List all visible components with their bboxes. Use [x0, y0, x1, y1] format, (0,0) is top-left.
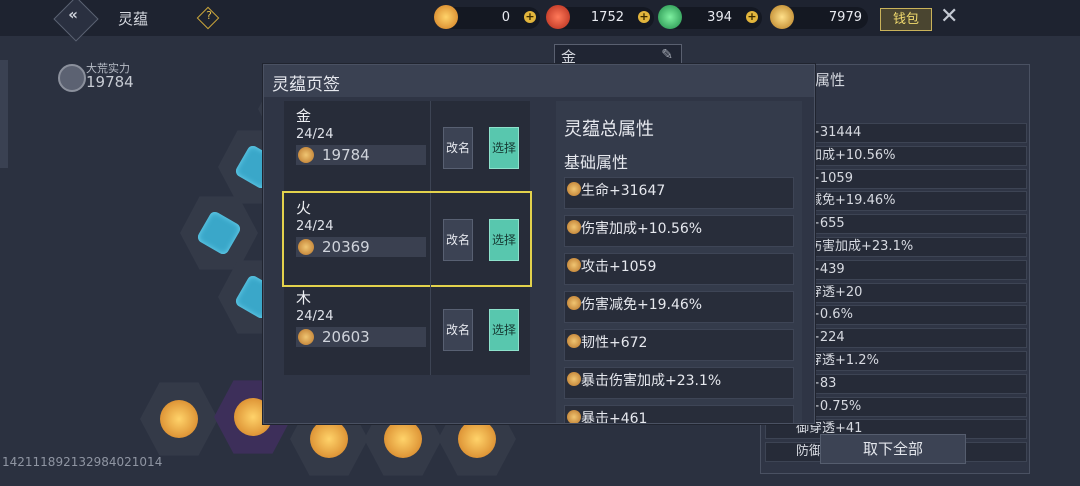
attribute-panel-title: 属性: [815, 71, 846, 89]
page-item-fire[interactable]: 火 24/24 20369 改名 选择: [282, 191, 532, 287]
left-side-tab[interactable]: [0, 60, 8, 168]
back-button[interactable]: «: [53, 0, 99, 42]
currency-gold-coin: 0 +: [434, 5, 540, 29]
divider: [430, 101, 431, 193]
attribute-row: 攻击+1059: [564, 253, 794, 285]
page-power: 20369: [296, 237, 426, 257]
back-arrow-icon: «: [68, 5, 78, 24]
top-bar: « 灵蕴 ? 0 + 1752 + 394 + 7979 钱包 ✕: [0, 0, 1080, 42]
attribute-icon: [567, 296, 581, 310]
currency-jade: 394 +: [658, 5, 762, 29]
add-red-orb-button[interactable]: +: [638, 11, 650, 23]
currency-red-orb: 1752 +: [546, 5, 654, 29]
gold-coin-icon: [434, 5, 458, 29]
wallet-button[interactable]: 钱包: [880, 8, 932, 31]
attribute-row: 韧性+672: [564, 329, 794, 361]
page-title: 灵蕴: [118, 10, 149, 28]
total-attributes-title: 灵蕴总属性: [564, 119, 654, 140]
rune-slot-gem[interactable]: [180, 196, 258, 270]
attribute-row: 暴击伤害加成+23.1%: [564, 367, 794, 399]
help-icon[interactable]: ?: [196, 6, 220, 30]
rune-slot-orb[interactable]: [140, 382, 218, 456]
attribute-list[interactable]: 生命+31647 伤害加成+10.56% 攻击+1059 伤害减免+19.46%…: [564, 177, 794, 423]
power-icon: [58, 64, 86, 92]
power-icon: [298, 147, 314, 163]
page-power: 20603: [296, 327, 426, 347]
attribute-icon: [567, 182, 581, 196]
attribute-icon: [567, 258, 581, 272]
divider: [430, 193, 431, 285]
rename-button[interactable]: 改名: [443, 127, 473, 169]
total-attributes-panel: 灵蕴总属性 基础属性 生命+31647 伤害加成+10.56% 攻击+1059 …: [556, 101, 802, 423]
gold-leaf-icon: [770, 5, 794, 29]
player-id-text: 14211189213298402101​4: [2, 455, 163, 469]
rename-button[interactable]: 改名: [443, 309, 473, 351]
power-icon: [298, 239, 314, 255]
page-power: 19784: [296, 145, 426, 165]
attribute-icon: [567, 220, 581, 234]
currency-gold-leaf: 7979: [770, 5, 868, 29]
attribute-icon: [567, 334, 581, 348]
divider: [430, 283, 431, 375]
red-orb-icon: [546, 5, 570, 29]
dialog-title: 灵蕴页签: [272, 75, 340, 95]
select-button[interactable]: 选择: [489, 309, 519, 351]
brush-icon: ✎: [661, 47, 673, 63]
attribute-row: 生命+31647: [564, 177, 794, 209]
basic-attributes-title: 基础属性: [564, 153, 629, 172]
select-button[interactable]: 选择: [489, 127, 519, 169]
select-button[interactable]: 选择: [489, 219, 519, 261]
page-list: 金 24/24 19784 改名 选择 火 24/24 20369 改名 选择 …: [282, 101, 532, 375]
dialog-title-bar: 灵蕴页签: [264, 65, 814, 97]
rename-button[interactable]: 改名: [443, 219, 473, 261]
page-item-gold[interactable]: 金 24/24 19784 改名 选择: [284, 101, 530, 193]
remove-all-button[interactable]: 取下全部: [820, 434, 966, 464]
attribute-icon: [567, 372, 581, 386]
close-icon[interactable]: ✕: [940, 6, 962, 28]
attribute-row: 暴击+461: [564, 405, 794, 423]
attribute-row: 伤害减免+19.46%: [564, 291, 794, 323]
attribute-icon: [567, 410, 581, 423]
attribute-row: 伤害加成+10.56%: [564, 215, 794, 247]
add-jade-button[interactable]: +: [746, 11, 758, 23]
add-gold-coin-button[interactable]: +: [524, 11, 536, 23]
jade-icon: [658, 5, 682, 29]
rune-pages-dialog: 灵蕴页签 金 24/24 19784 改名 选择 火 24/24 20369 改…: [263, 64, 815, 424]
page-item-wood[interactable]: 木 24/24 20603 改名 选择: [284, 283, 530, 375]
power-icon: [298, 329, 314, 345]
